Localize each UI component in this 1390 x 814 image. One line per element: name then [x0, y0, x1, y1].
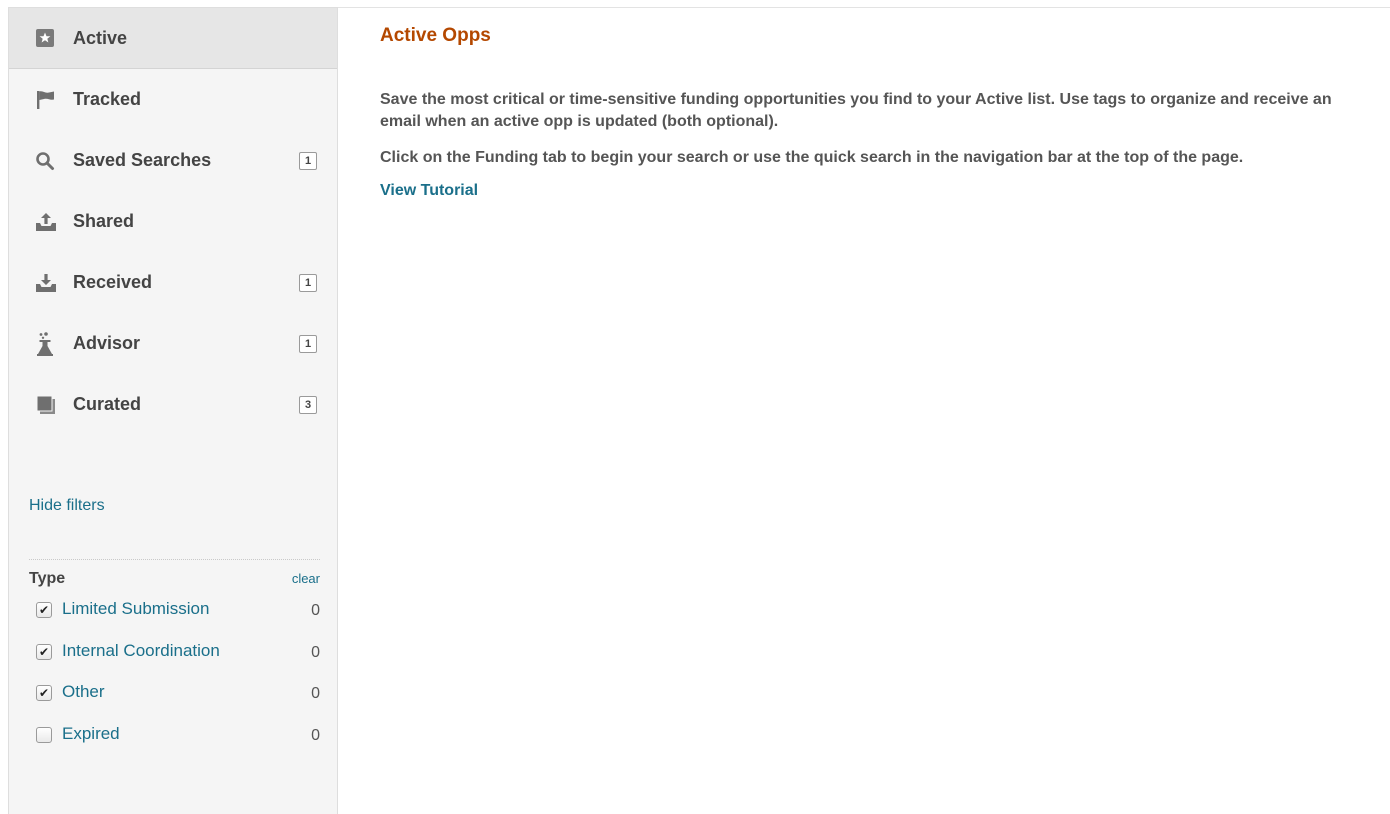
sidebar-item-tracked[interactable]: Tracked — [9, 69, 337, 130]
filter-item-expired: Expired 0 — [29, 721, 320, 763]
filter-divider — [29, 559, 320, 560]
star-icon — [35, 26, 61, 50]
sidebar-item-label: Curated — [73, 394, 142, 414]
advisor-count-badge: 1 — [299, 334, 317, 353]
received-count-badge: 1 — [299, 273, 317, 292]
filter-clear-link[interactable]: clear — [292, 571, 320, 586]
filter-label[interactable]: Other — [62, 682, 105, 702]
filter-count: 0 — [311, 602, 320, 619]
view-tutorial-link[interactable]: View Tutorial — [380, 182, 478, 200]
flag-icon — [35, 88, 61, 112]
filter-list: ✔ Limited Submission 0 ✔ Internal Coordi… — [29, 596, 320, 762]
limited-submission-checkbox[interactable]: ✔ — [36, 602, 52, 618]
filter-label[interactable]: Internal Coordination — [62, 641, 220, 661]
sidebar-item-label: Received — [73, 272, 153, 292]
filter-title: Type — [29, 570, 66, 587]
sidebar-item-active[interactable]: Active — [9, 8, 337, 69]
sidebar-item-advisor[interactable]: Advisor 1 — [9, 313, 337, 374]
filter-label[interactable]: Expired — [62, 724, 120, 744]
intro-paragraph: Save the most critical or time-sensitive… — [380, 91, 1332, 130]
tray-upload-icon — [35, 210, 61, 234]
hide-filters-link[interactable]: Hide filters — [29, 497, 105, 515]
page-title: Active Opps — [380, 25, 491, 46]
filter-item-limited-submission: ✔ Limited Submission 0 — [29, 596, 320, 638]
other-checkbox[interactable]: ✔ — [36, 685, 52, 701]
filter-header: Type clear — [29, 570, 320, 588]
tray-download-icon — [35, 271, 61, 295]
sidebar-item-label: Active — [73, 27, 128, 48]
sidebar-item-label: Shared — [73, 211, 135, 231]
sidebar: Active Tracked Saved Searches 1 Shared R… — [8, 7, 338, 814]
sidebar-item-label: Tracked — [73, 89, 142, 109]
filter-count: 0 — [311, 685, 320, 702]
filter-count: 0 — [311, 643, 320, 661]
instructions-paragraph: Click on the Funding tab to begin your s… — [380, 149, 1244, 166]
internal-coordination-checkbox[interactable]: ✔ — [36, 643, 52, 660]
page: Active Tracked Saved Searches 1 Shared R… — [0, 0, 1390, 814]
expired-checkbox[interactable] — [36, 726, 52, 743]
sidebar-item-label: Saved Searches — [73, 150, 212, 170]
sidebar-item-label: Advisor — [73, 333, 141, 353]
saved-searches-count-badge: 1 — [299, 151, 317, 170]
filter-item-internal-coordination: ✔ Internal Coordination 0 — [29, 638, 320, 680]
sidebar-item-saved-searches[interactable]: Saved Searches 1 — [9, 130, 337, 191]
sidebar-item-curated[interactable]: Curated 3 — [9, 374, 337, 435]
sidebar-item-shared[interactable]: Shared — [9, 191, 337, 252]
sidebar-nav: Active Tracked Saved Searches 1 Shared R… — [9, 8, 337, 435]
sidebar-item-received[interactable]: Received 1 — [9, 252, 337, 313]
filter-count: 0 — [311, 726, 320, 744]
main-content: Active Opps Save the most critical or ti… — [380, 25, 1360, 200]
search-icon — [35, 149, 61, 173]
documents-icon — [35, 393, 61, 417]
filter-label[interactable]: Limited Submission — [62, 599, 209, 619]
filter-item-other: ✔ Other 0 — [29, 679, 320, 721]
flask-icon — [35, 331, 61, 356]
curated-count-badge: 3 — [299, 395, 317, 414]
top-divider — [337, 7, 1390, 8]
